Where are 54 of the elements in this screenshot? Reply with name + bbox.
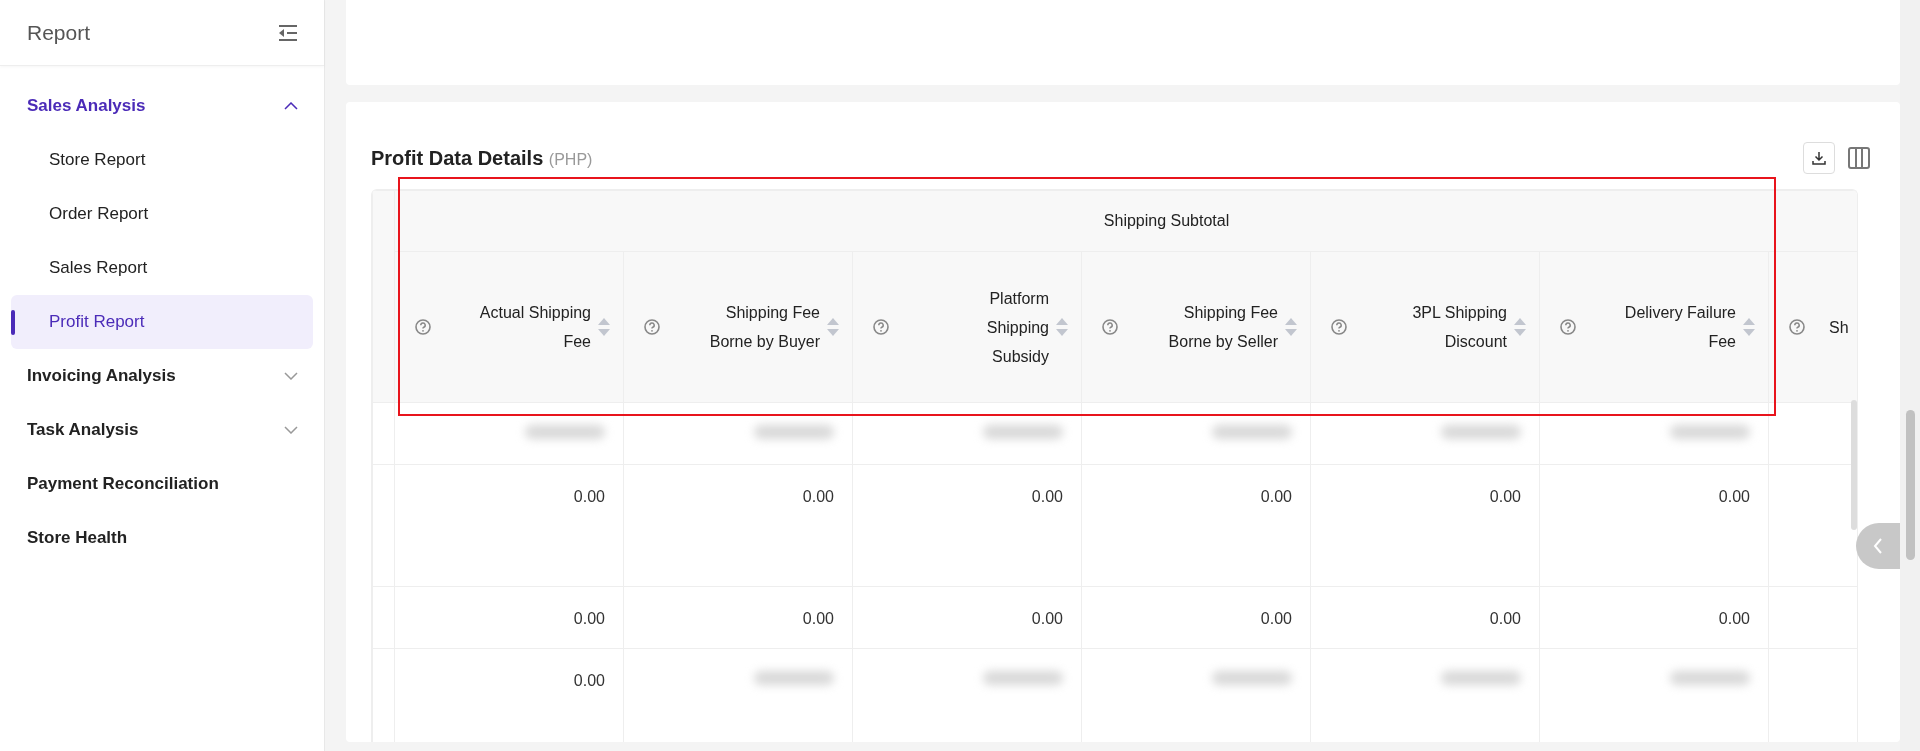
table-cell: 0.00	[802, 488, 834, 505]
menu-item[interactable]: Task Analysis	[0, 403, 324, 457]
menu-item[interactable]: Invoicing Analysis	[0, 349, 324, 403]
table-cell: 0.00	[573, 672, 605, 689]
column-header[interactable]: Sh	[1829, 312, 1857, 342]
table-cell: 0.00	[1031, 488, 1063, 505]
help-icon[interactable]	[1789, 319, 1805, 335]
table-cell: 0.00	[1031, 610, 1063, 627]
chevron-down-icon	[284, 372, 298, 380]
sidebar-title: Report	[27, 19, 91, 46]
table-cell: 0.00	[1489, 488, 1521, 505]
table-scrollbar[interactable]	[1851, 400, 1857, 530]
table-cell: 0.00	[573, 610, 605, 627]
table-cell: 0.00	[802, 610, 834, 627]
submenu-item[interactable]: Sales Report	[11, 241, 313, 295]
table-cell: 0.00	[1260, 488, 1292, 505]
submenu-item[interactable]: Order Report	[11, 187, 313, 241]
chevron-up-icon	[284, 102, 298, 110]
menu-item[interactable]: Store Health	[0, 511, 324, 565]
table-cell: 0.00	[1718, 610, 1750, 627]
menu-label: Task Analysis	[27, 419, 139, 442]
collapse-menu-icon[interactable]	[278, 24, 298, 41]
menu-item[interactable]: Payment Reconciliation	[0, 457, 324, 511]
column-header[interactable]: Actual Shipping Fee	[476, 298, 591, 356]
expand-panel-button[interactable]	[1856, 523, 1900, 569]
help-icon[interactable]	[415, 319, 431, 335]
chevron-left-icon	[1872, 537, 1884, 555]
group-header: Shipping Subtotal	[394, 190, 1857, 252]
menu-label: Sales Analysis	[27, 95, 146, 118]
menu-item[interactable]: Sales Analysis	[0, 79, 324, 133]
column-header[interactable]: Delivery Failure Fee	[1621, 298, 1736, 356]
columns-icon	[1847, 146, 1871, 170]
help-icon[interactable]	[1102, 319, 1118, 335]
help-icon[interactable]	[873, 319, 889, 335]
download-icon	[1811, 150, 1827, 166]
column-header[interactable]: Shipping Fee Borne by Buyer	[705, 298, 820, 356]
section-title: Profit Data Details (PHP)	[371, 146, 593, 170]
help-icon[interactable]	[644, 319, 660, 335]
column-header[interactable]: 3PL Shipping Discount	[1392, 298, 1507, 356]
table-cell: 0.00	[1718, 488, 1750, 505]
table-cell: 0.00	[1489, 610, 1521, 627]
chevron-down-icon	[284, 426, 298, 434]
submenu-item[interactable]: Store Report	[11, 133, 313, 187]
menu-label: Invoicing Analysis	[27, 365, 176, 388]
menu-label: Store Health	[27, 527, 128, 550]
help-icon[interactable]	[1560, 319, 1576, 335]
menu-label: Payment Reconciliation	[27, 473, 219, 496]
table-cell: 0.00	[1260, 610, 1292, 627]
column-header[interactable]: Shipping Fee Borne by Seller	[1163, 298, 1278, 356]
table-cell: 0.00	[573, 488, 605, 505]
help-icon[interactable]	[1331, 319, 1347, 335]
download-button[interactable]	[1803, 142, 1835, 174]
submenu-item[interactable]: Profit Report	[11, 295, 313, 349]
scrollbar-thumb[interactable]	[1906, 410, 1915, 560]
